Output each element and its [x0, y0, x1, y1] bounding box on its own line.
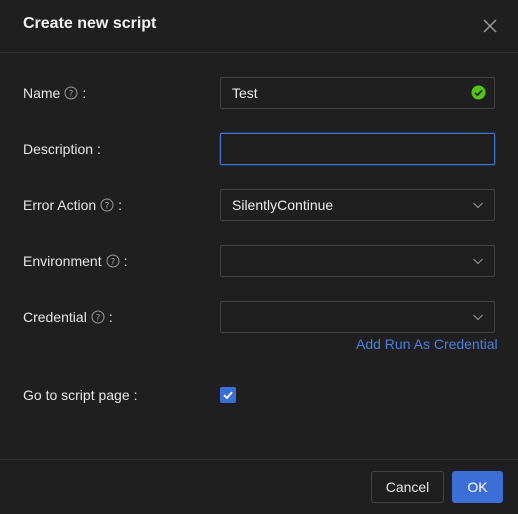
error-action-colon: : [118, 197, 123, 213]
credential-label: Credential [23, 309, 87, 325]
description-colon: : [97, 141, 101, 157]
go-to-script-page-row: Go to script page : [0, 379, 518, 411]
svg-text:?: ? [110, 258, 115, 268]
description-field [220, 133, 495, 165]
credential-row: Credential ? : [0, 301, 518, 333]
chevron-down-icon [473, 258, 483, 265]
help-icon[interactable]: ? [100, 198, 114, 212]
name-label-group: Name ? : [23, 85, 86, 101]
error-action-value: SilentlyContinue [232, 197, 334, 213]
error-action-label: Error Action [23, 197, 97, 213]
credential-colon: : [108, 309, 113, 325]
go-to-script-page-colon: : [133, 387, 138, 403]
checkmark-icon [223, 391, 233, 400]
name-colon: : [82, 85, 87, 101]
name-value: Test [232, 85, 258, 101]
error-action-select[interactable]: SilentlyContinue [220, 189, 495, 221]
help-icon[interactable]: ? [91, 310, 105, 324]
go-to-script-page-checkbox[interactable] [220, 387, 236, 403]
description-row: Description : [0, 133, 518, 165]
credential-select[interactable] [220, 301, 495, 333]
dialog-title: Create new script [23, 15, 157, 32]
error-action-row: Error Action ? : SilentlyContinue [0, 189, 518, 221]
chevron-down-icon [473, 202, 483, 209]
go-to-script-page-label: Go to script page [23, 387, 130, 403]
environment-select[interactable] [220, 245, 495, 277]
help-icon[interactable]: ? [64, 86, 78, 100]
description-input[interactable] [232, 134, 482, 164]
svg-text:?: ? [69, 90, 74, 100]
environment-row: Environment ? : [0, 245, 518, 277]
environment-label-group: Environment ? : [23, 253, 127, 269]
credential-label-group: Credential ? : [23, 309, 113, 325]
environment-colon: : [123, 253, 128, 269]
description-label: Description [23, 141, 94, 157]
name-input[interactable]: Test [220, 77, 495, 109]
error-action-label-group: Error Action ? : [23, 197, 122, 213]
go-to-script-page-label-group: Go to script page : [23, 387, 138, 403]
name-label: Name [23, 85, 61, 101]
check-circle-icon [471, 85, 486, 100]
cancel-button[interactable]: Cancel [371, 471, 444, 503]
help-icon[interactable]: ? [106, 254, 120, 268]
ok-button[interactable]: OK [452, 471, 503, 503]
svg-text:?: ? [95, 314, 100, 324]
chevron-down-icon [473, 314, 483, 321]
environment-label: Environment [23, 253, 102, 269]
create-script-dialog: Create new script Name ? : Test Descript… [0, 0, 518, 513]
add-run-as-credential-link[interactable]: Add Run As Credential [356, 336, 498, 352]
dialog-header: Create new script [0, 0, 518, 53]
svg-text:?: ? [105, 202, 110, 212]
name-row: Name ? : Test [0, 77, 518, 109]
description-label-group: Description : [23, 141, 101, 157]
dialog-footer: Cancel OK [0, 459, 518, 514]
close-icon[interactable] [480, 16, 500, 36]
